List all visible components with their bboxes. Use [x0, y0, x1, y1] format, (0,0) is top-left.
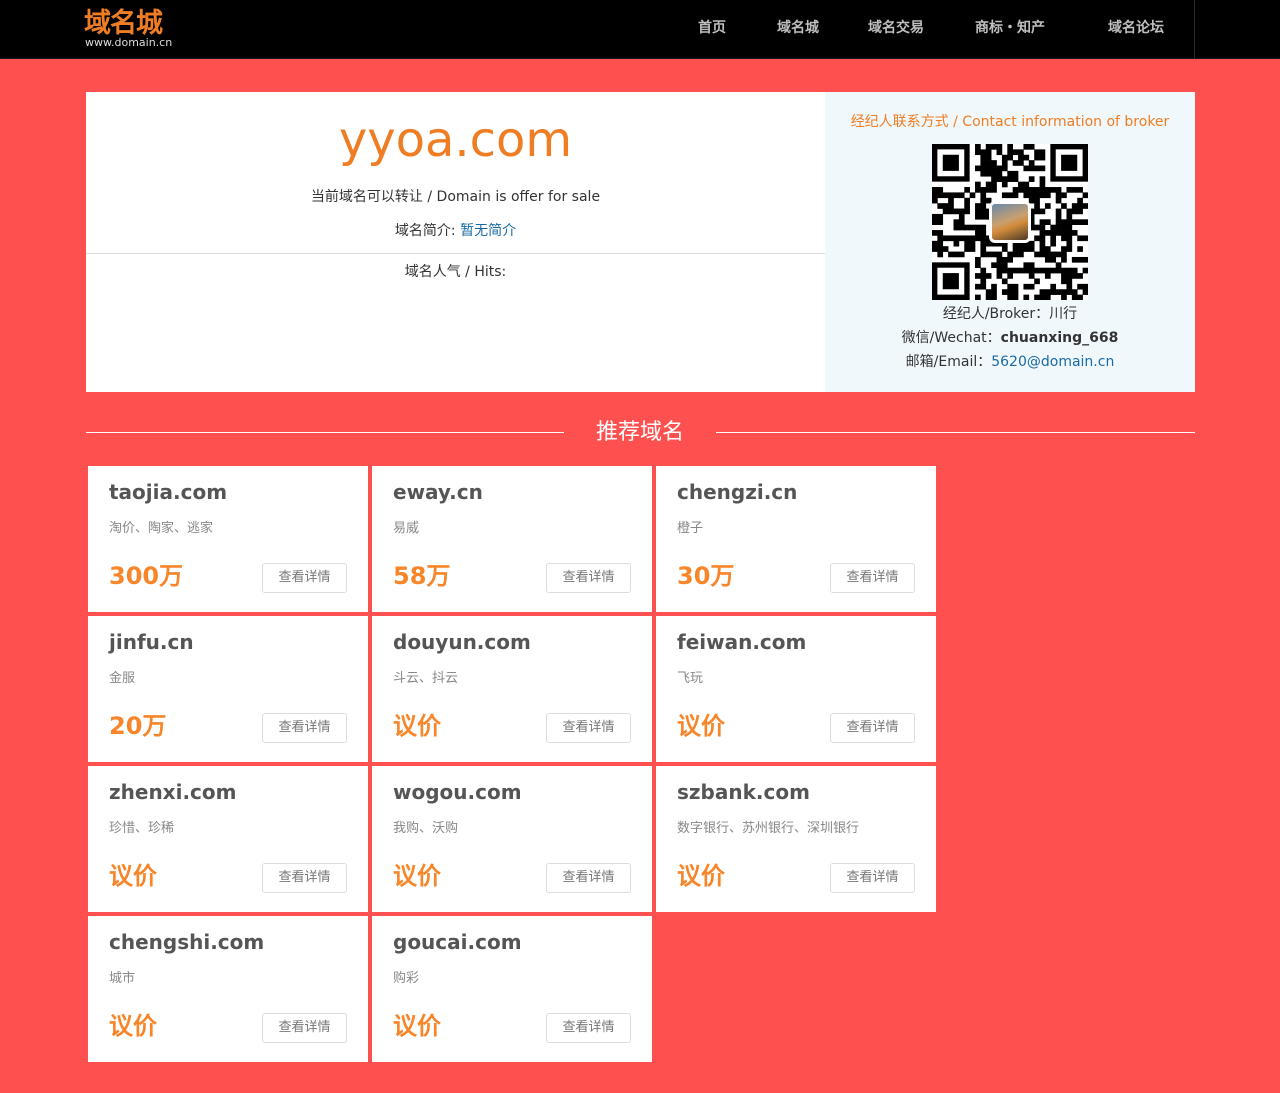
card-domain-name[interactable]: chengzi.cn [677, 479, 797, 505]
card-price: 议价 [393, 862, 441, 890]
nav-home[interactable]: 首页 [698, 19, 726, 37]
domain-info-panel: yyoa.com 当前域名可以转让 / Domain is offer for … [86, 92, 1195, 392]
view-details-button[interactable]: 查看详情 [830, 563, 915, 593]
card-domain-name[interactable]: douyun.com [393, 629, 531, 655]
card-domain-name[interactable]: wogou.com [393, 779, 522, 805]
view-details-button[interactable]: 查看详情 [546, 563, 631, 593]
intro-label: 域名简介: [394, 223, 461, 239]
card-price: 议价 [109, 862, 157, 890]
nav-divider [1194, 0, 1195, 58]
card-description: 珍惜、珍稀 [109, 821, 175, 836]
hits-label: 域名人气 / Hits: [404, 264, 507, 280]
card-description: 数字银行、苏州银行、深圳银行 [677, 821, 860, 836]
divider [86, 253, 825, 254]
broker-name: 川行 [1049, 306, 1078, 322]
recommend-section-header: 推荐域名 [86, 415, 1195, 451]
view-details-button[interactable]: 查看详情 [830, 713, 915, 743]
broker-name-line: 经纪人/Broker：川行 [825, 305, 1195, 323]
view-details-button[interactable]: 查看详情 [262, 713, 347, 743]
card-domain-name[interactable]: taojia.com [109, 479, 227, 505]
broker-title: 经纪人联系方式 / Contact information of broker [850, 114, 1170, 130]
domain-card[interactable]: feiwan.com 飞玩议价 查看详情 [656, 616, 936, 762]
domain-card[interactable]: chengshi.com 城市议价 查看详情 [88, 916, 368, 1062]
view-details-button[interactable]: 查看详情 [546, 1013, 631, 1043]
card-price: 30万 [677, 562, 735, 590]
card-price: 议价 [677, 712, 725, 740]
section-line [716, 432, 1195, 433]
card-price: 300万 [109, 562, 184, 590]
view-details-button[interactable]: 查看详情 [546, 863, 631, 893]
card-price: 20万 [109, 712, 167, 740]
domain-card[interactable]: douyun.com 斗云、抖云议价 查看详情 [372, 616, 652, 762]
domain-card[interactable]: taojia.com 淘价、陶家、逃家 300万 查看详情 [88, 466, 368, 612]
card-domain-name[interactable]: feiwan.com [677, 629, 806, 655]
section-title: 推荐域名 [595, 420, 684, 445]
site-logo[interactable]: 域名城 www.domain.cn [84, 8, 174, 52]
wechat-label: 微信/Wechat： [901, 330, 1001, 346]
broker-avatar [989, 201, 1031, 243]
email-label: 邮箱/Email： [905, 354, 992, 370]
domain-card[interactable]: eway.cn 易威 58万 查看详情 [372, 466, 652, 612]
card-description: 我购、沃购 [393, 821, 459, 836]
nav-domain-city[interactable]: 域名城 [777, 19, 819, 37]
email-link[interactable]: 5620@domain.cn [991, 354, 1114, 370]
card-domain-name[interactable]: jinfu.cn [109, 629, 194, 655]
card-description: 城市 [109, 971, 136, 986]
nav-domain-trade[interactable]: 域名交易 [868, 19, 924, 37]
view-details-button[interactable]: 查看详情 [830, 863, 915, 893]
intro-value: 暂无简介 [460, 223, 517, 239]
domain-card[interactable]: jinfu.cn 金服 20万 查看详情 [88, 616, 368, 762]
card-domain-name[interactable]: szbank.com [677, 779, 810, 805]
card-domain-name[interactable]: chengshi.com [109, 929, 264, 955]
broker-label: 经纪人/Broker： [942, 306, 1050, 322]
broker-email-line: 邮箱/Email：5620@domain.cn [825, 353, 1195, 371]
card-price: 议价 [393, 1012, 441, 1040]
card-description: 橙子 [677, 521, 704, 536]
card-description: 易威 [393, 521, 420, 536]
logo-url: www.domain.cn [85, 36, 173, 49]
view-details-button[interactable]: 查看详情 [262, 1013, 347, 1043]
card-description: 淘价、陶家、逃家 [109, 521, 214, 536]
card-description: 购彩 [393, 971, 420, 986]
domain-card[interactable]: chengzi.cn 橙子 30万 查看详情 [656, 466, 936, 612]
nav-trademark[interactable]: 商标・知产 [975, 19, 1045, 37]
domain-card[interactable]: szbank.com 数字银行、苏州银行、深圳银行议价 查看详情 [656, 766, 936, 912]
view-details-button[interactable]: 查看详情 [262, 863, 347, 893]
domain-card[interactable]: wogou.com 我购、沃购议价 查看详情 [372, 766, 652, 912]
card-description: 金服 [109, 671, 136, 686]
wechat-id: chuanxing_668 [1000, 330, 1119, 346]
domain-card[interactable]: zhenxi.com 珍惜、珍稀议价 查看详情 [88, 766, 368, 912]
card-price: 议价 [393, 712, 441, 740]
top-navbar: 域名城 www.domain.cn 首页 域名城 域名交易 商标・知产 域名论坛 [0, 0, 1280, 59]
domain-card[interactable]: goucai.com 购彩议价 查看详情 [372, 916, 652, 1062]
nav-forum[interactable]: 域名论坛 [1108, 19, 1164, 37]
broker-wechat-line: 微信/Wechat：chuanxing_668 [825, 329, 1195, 347]
card-price: 58万 [393, 562, 451, 590]
domain-title: yyoa.com [338, 112, 573, 168]
card-description: 飞玩 [677, 671, 704, 686]
domain-intro: 域名简介: 暂无简介 [86, 222, 825, 240]
card-description: 斗云、抖云 [393, 671, 459, 686]
view-details-button[interactable]: 查看详情 [262, 563, 347, 593]
view-details-button[interactable]: 查看详情 [546, 713, 631, 743]
card-domain-name[interactable]: eway.cn [393, 479, 483, 505]
card-domain-name[interactable]: goucai.com [393, 929, 522, 955]
broker-contact-panel: 经纪人联系方式 / Contact information of broker … [825, 92, 1195, 392]
offer-text: 当前域名可以转让 / Domain is offer for sale [310, 189, 601, 205]
section-line [86, 432, 564, 433]
card-domain-name[interactable]: zhenxi.com [109, 779, 236, 805]
qr-code-icon [932, 144, 1088, 300]
card-price: 议价 [677, 862, 725, 890]
card-price: 议价 [109, 1012, 157, 1040]
